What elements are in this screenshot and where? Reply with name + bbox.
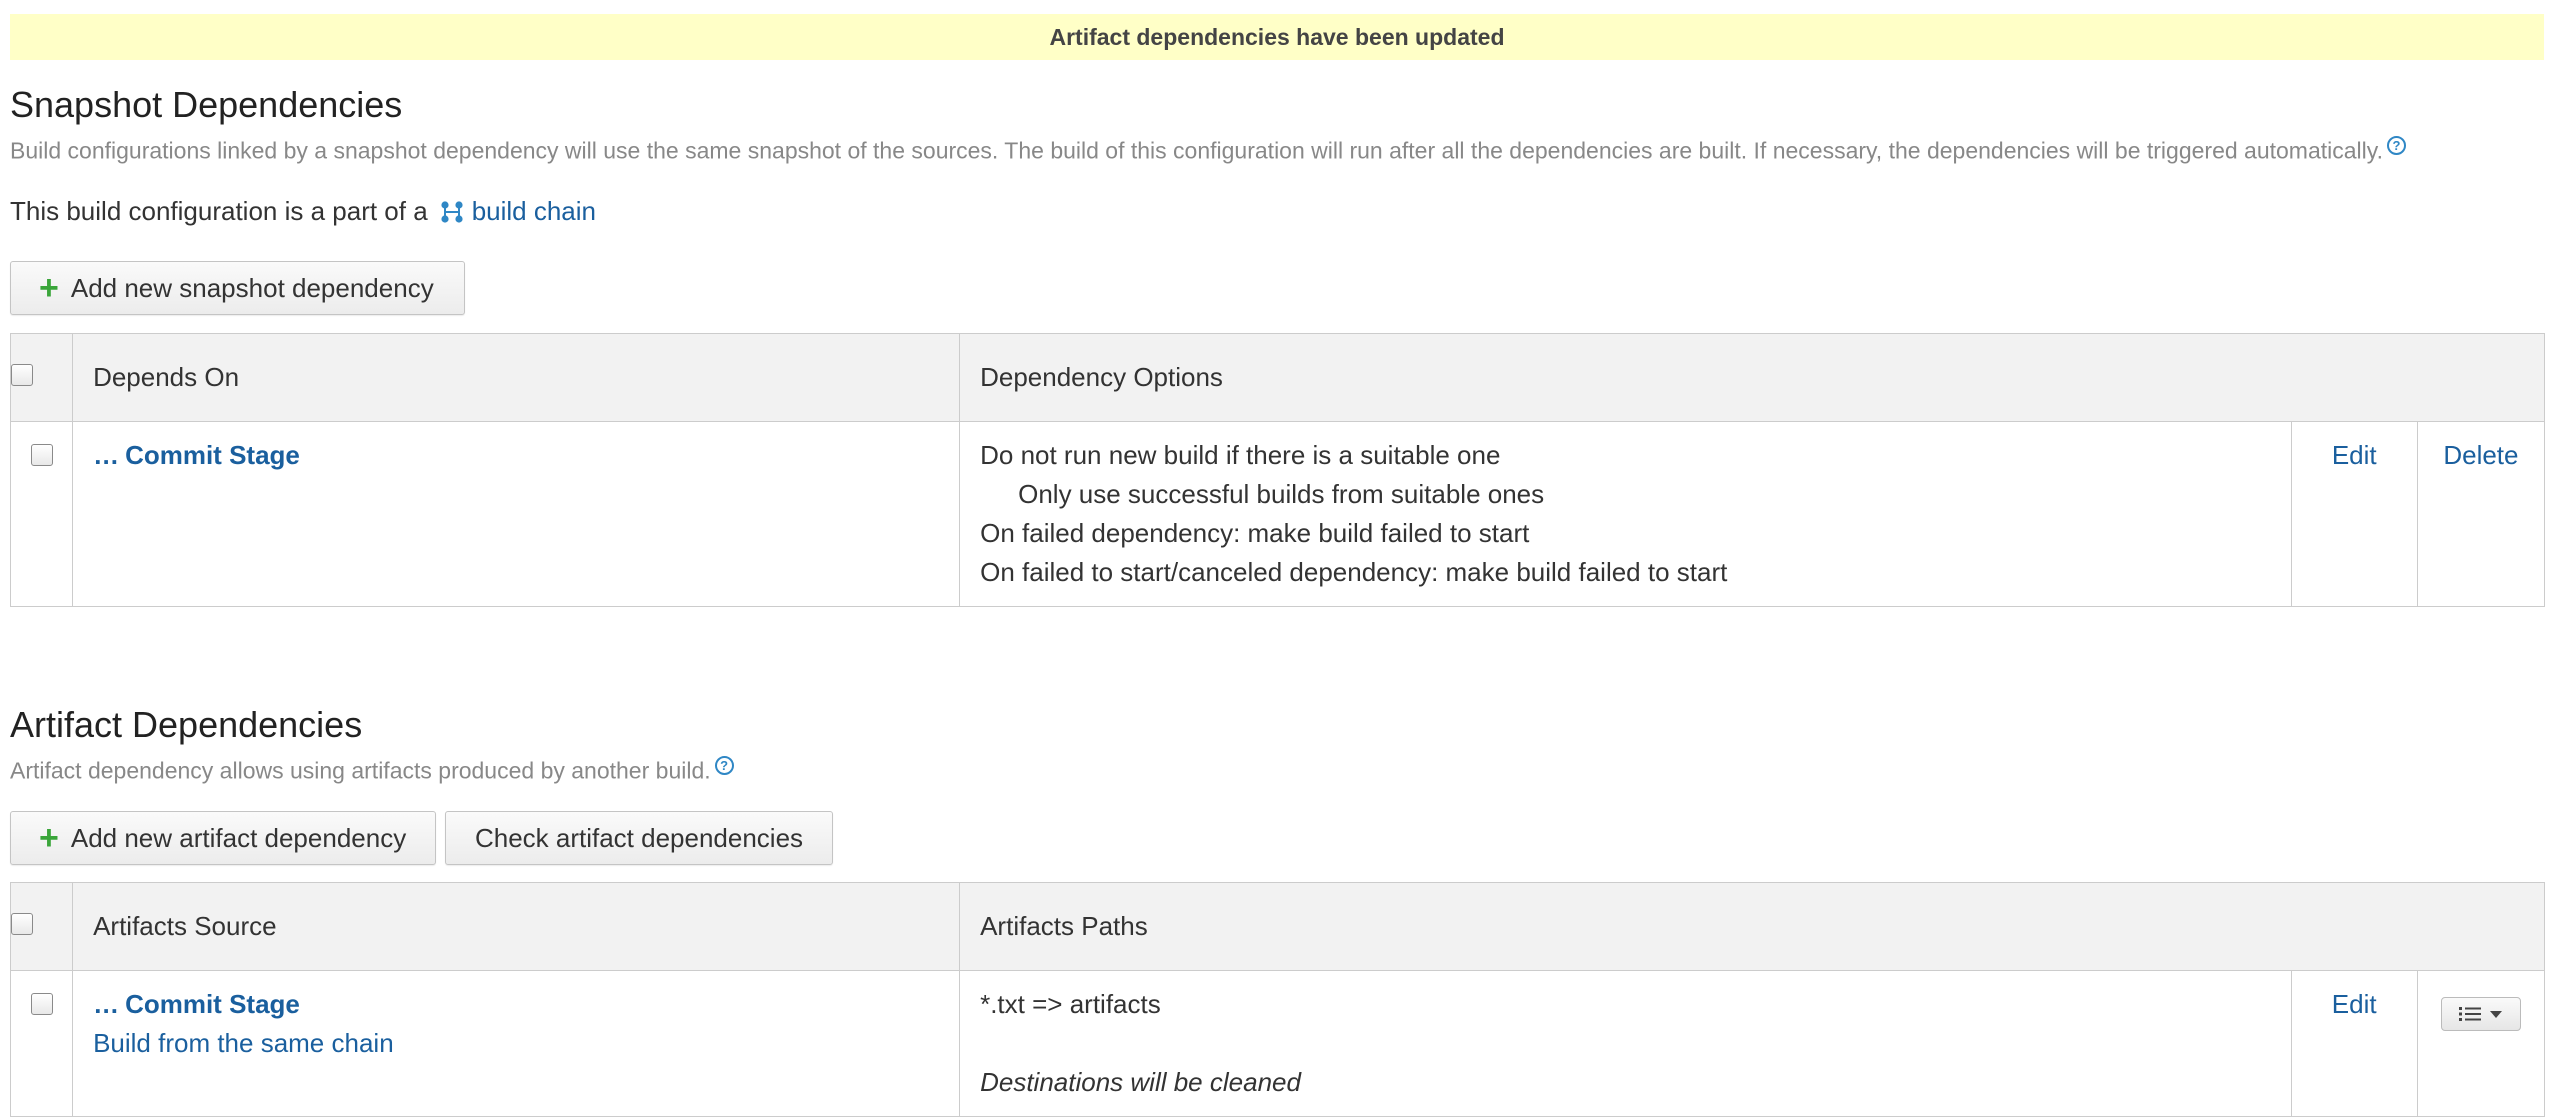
option-line: Do not run new build if there is a suita… xyxy=(980,440,1501,470)
banner-message: Artifact dependencies have been updated xyxy=(1049,23,1505,50)
artifact-description-text: Artifact dependency allows using artifac… xyxy=(10,757,711,784)
edit-link[interactable]: Edit xyxy=(2332,989,2377,1019)
add-snapshot-dependency-button[interactable]: + Add new snapshot dependency xyxy=(10,261,465,315)
build-chain-info: This build configuration is a part of a … xyxy=(10,196,596,227)
check-artifact-dependencies-button[interactable]: Check artifact dependencies xyxy=(445,811,833,865)
row-checkbox[interactable] xyxy=(30,993,53,1015)
column-header-artifacts-paths: Artifacts Paths xyxy=(959,882,2545,971)
edit-link[interactable]: Edit xyxy=(2332,440,2377,470)
column-header-artifacts-source: Artifacts Source xyxy=(72,882,961,971)
chain-prefix-text: This build configuration is a part of a xyxy=(10,196,428,226)
plus-icon: + xyxy=(39,269,59,307)
check-artifact-dependencies-label: Check artifact dependencies xyxy=(474,822,804,853)
add-snapshot-dependency-label: Add new snapshot dependency xyxy=(70,272,434,303)
table-header-row: Depends On Dependency Options xyxy=(9,333,2545,422)
column-header-depends-on: Depends On xyxy=(72,333,961,422)
option-line: Only use successful builds from suitable… xyxy=(1018,479,1545,509)
edit-cell: Edit xyxy=(2290,421,2418,607)
artifact-dependencies-table: Artifacts Source Artifacts Paths … Commit… xyxy=(9,882,2546,1117)
actions-cell xyxy=(2416,970,2546,1117)
parent-path-ellipsis[interactable]: … xyxy=(93,440,119,470)
artifact-section-title: Artifact Dependencies xyxy=(10,704,363,745)
chevron-down-icon xyxy=(2489,1011,2502,1018)
help-icon[interactable]: ? xyxy=(2386,136,2406,155)
artifact-path-rule: *.txt => artifacts xyxy=(980,989,1161,1019)
dependency-link[interactable]: Commit Stage xyxy=(125,440,300,470)
snapshot-description-text: Build configurations linked by a snapsho… xyxy=(10,137,2383,164)
table-row: … Commit Stage Do not run new build if th… xyxy=(9,421,2546,607)
depends-on-cell: … Commit Stage xyxy=(72,421,961,607)
delete-link[interactable]: Delete xyxy=(2443,440,2518,470)
source-rule-link[interactable]: Build from the same chain xyxy=(93,1024,939,1063)
edit-cell: Edit xyxy=(2290,970,2418,1117)
row-select-cell xyxy=(9,970,74,1117)
parent-path-ellipsis[interactable]: … xyxy=(93,989,119,1019)
plus-icon: + xyxy=(39,819,59,857)
delete-cell: Delete xyxy=(2416,421,2546,607)
add-artifact-dependency-button[interactable]: + Add new artifact dependency xyxy=(10,811,436,865)
success-banner: Artifact dependencies have been updated xyxy=(10,14,2544,60)
row-checkbox[interactable] xyxy=(30,444,53,466)
table-row: … Commit Stage Build from the same chain … xyxy=(9,970,2546,1117)
artifact-section-description: Artifact dependency allows using artifac… xyxy=(10,756,734,785)
select-all-checkbox[interactable] xyxy=(11,913,33,935)
help-icon[interactable]: ? xyxy=(714,756,734,775)
table-header-row: Artifacts Source Artifacts Paths xyxy=(9,882,2545,971)
artifacts-paths-cell: *.txt => artifacts Destinations will be … xyxy=(959,970,2292,1117)
clean-destinations-note: Destinations will be cleaned xyxy=(980,1067,1301,1097)
build-chain-link[interactable]: build chain xyxy=(440,196,596,227)
column-header-dependency-options: Dependency Options xyxy=(959,333,2545,422)
dependency-link[interactable]: Commit Stage xyxy=(125,989,300,1019)
select-all-cell xyxy=(9,333,74,422)
add-artifact-dependency-label: Add new artifact dependency xyxy=(70,822,407,853)
row-select-cell xyxy=(9,421,74,607)
option-line: On failed dependency: make build failed … xyxy=(980,518,1530,548)
build-chain-label: build chain xyxy=(471,196,596,226)
build-chain-icon xyxy=(441,200,463,223)
select-all-checkbox[interactable] xyxy=(11,364,33,386)
snapshot-dependencies-table: Depends On Dependency Options … Commit St… xyxy=(9,333,2546,607)
option-line: On failed to start/canceled dependency: … xyxy=(980,557,1728,587)
snapshot-section-description: Build configurations linked by a snapsho… xyxy=(10,136,2406,165)
actions-menu-button[interactable] xyxy=(2440,997,2521,1031)
artifacts-source-cell: … Commit Stage Build from the same chain xyxy=(72,970,961,1117)
select-all-cell xyxy=(9,882,74,971)
list-menu-icon xyxy=(2458,1007,2481,1021)
dependency-options-cell: Do not run new build if there is a suita… xyxy=(959,421,2292,607)
snapshot-section-title: Snapshot Dependencies xyxy=(10,84,403,125)
